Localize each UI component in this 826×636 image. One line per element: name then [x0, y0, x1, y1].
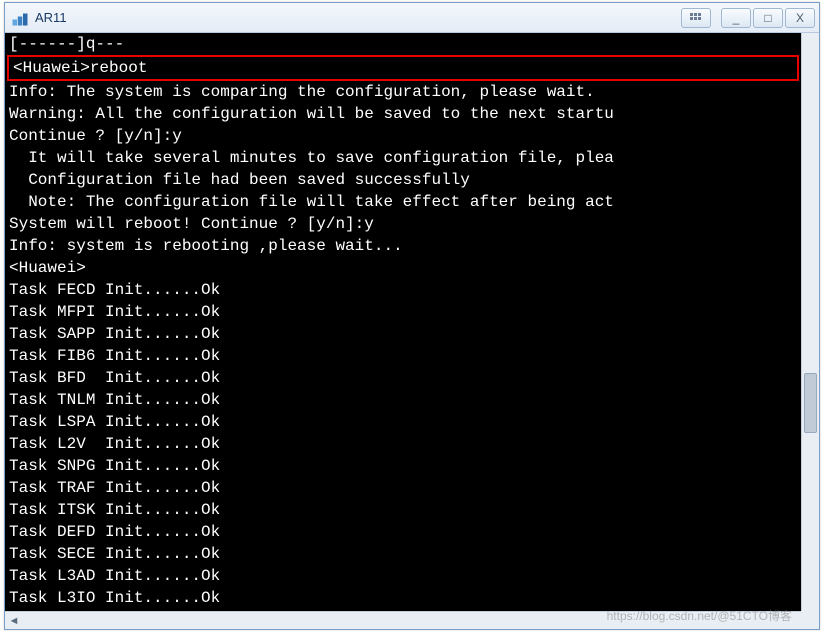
application-window: AR11 _ □ X [------]q---<Huawei>rebootInf… [4, 2, 820, 630]
terminal-line: Configuration file had been saved succes… [5, 169, 801, 191]
highlighted-command-box: <Huawei>reboot [7, 55, 799, 81]
window-controls: _ □ X [679, 8, 815, 28]
app-icon [11, 9, 29, 27]
terminal-line: Task L3AD Init......Ok [5, 565, 801, 587]
terminal-line: Task L2V Init......Ok [5, 433, 801, 455]
close-button[interactable]: X [785, 8, 815, 28]
vertical-scrollbar[interactable] [801, 33, 819, 611]
terminal-line: Task FECD Init......Ok [5, 279, 801, 301]
terminal-line: Task TRAF Init......Ok [5, 477, 801, 499]
maximize-button[interactable]: □ [753, 8, 783, 28]
terminal-line: Task MFPI Init......Ok [5, 301, 801, 323]
terminal-line: Task LSPA Init......Ok [5, 411, 801, 433]
minimize-button[interactable]: _ [721, 8, 751, 28]
terminal-line: Task L3IO Init......Ok [5, 587, 801, 609]
terminal-line: Info: The system is comparing the config… [5, 81, 801, 103]
horizontal-scrollbar[interactable]: ◄ [5, 611, 801, 629]
grid-icon [690, 13, 702, 23]
terminal-line: Task TNLM Init......Ok [5, 389, 801, 411]
terminal-line: Task FIB6 Init......Ok [5, 345, 801, 367]
terminal-line: Task SECE Init......Ok [5, 543, 801, 565]
grid-button[interactable] [681, 8, 711, 28]
terminal-line: Note: The configuration file will take e… [5, 191, 801, 213]
scroll-corner [801, 611, 819, 629]
terminal-line: It will take several minutes to save con… [5, 147, 801, 169]
terminal-viewport: [------]q---<Huawei>rebootInfo: The syst… [5, 33, 819, 629]
terminal-line: <Huawei> [5, 257, 801, 279]
terminal-line: Warning: All the configuration will be s… [5, 103, 801, 125]
terminal-line: Task SNPG Init......Ok [5, 455, 801, 477]
highlighted-command: <Huawei>reboot [11, 57, 795, 79]
terminal-line: Task SAPP Init......Ok [5, 323, 801, 345]
terminal-line: System will reboot! Continue ? [y/n]:y [5, 213, 801, 235]
titlebar[interactable]: AR11 _ □ X [5, 3, 819, 33]
maximize-icon: □ [764, 11, 771, 25]
terminal-line: Continue ? [y/n]:y [5, 125, 801, 147]
window-title: AR11 [35, 10, 67, 25]
close-icon: X [796, 11, 804, 25]
terminal-line: [------]q--- [5, 33, 801, 55]
terminal-output[interactable]: [------]q---<Huawei>rebootInfo: The syst… [5, 33, 801, 611]
scroll-left-arrow[interactable]: ◄ [5, 613, 23, 629]
terminal-line: Task BFD Init......Ok [5, 367, 801, 389]
terminal-line: Task DEFD Init......Ok [5, 521, 801, 543]
vertical-scrollbar-thumb[interactable] [804, 373, 817, 433]
minimize-icon: _ [733, 11, 740, 25]
terminal-line: Info: system is rebooting ,please wait..… [5, 235, 801, 257]
terminal-line: Task ITSK Init......Ok [5, 499, 801, 521]
